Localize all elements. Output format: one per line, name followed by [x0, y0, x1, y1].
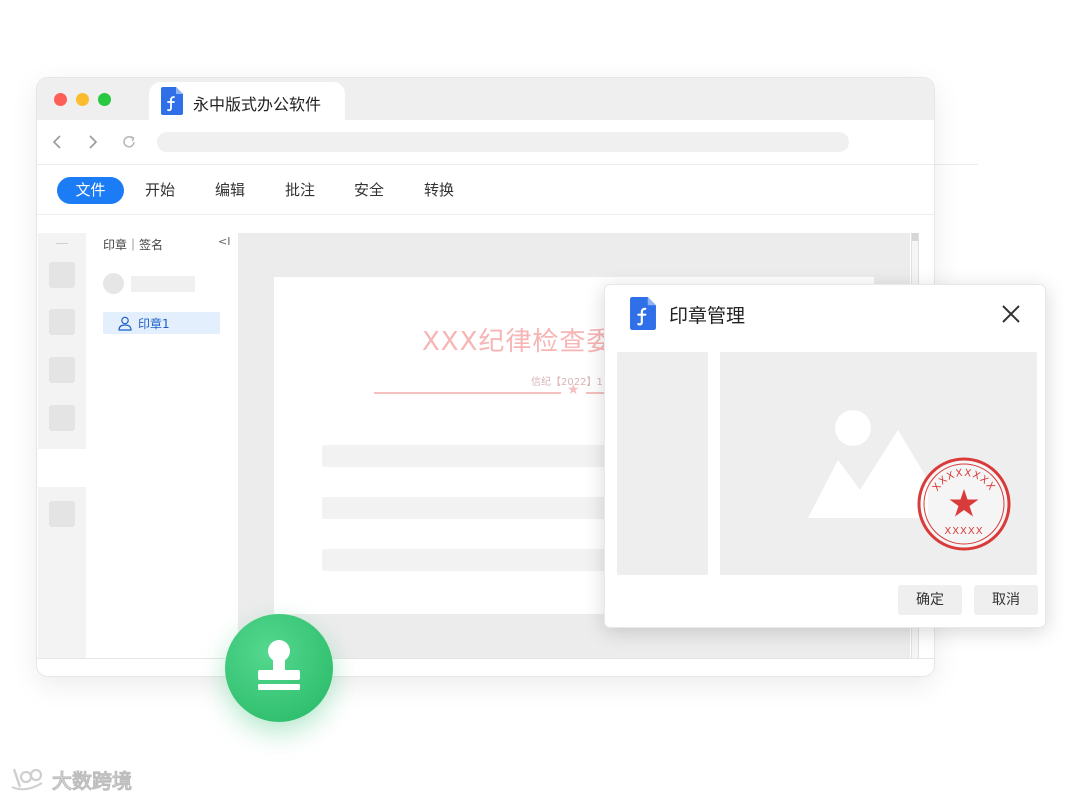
avatar — [103, 273, 124, 294]
scrollbar-thumb[interactable] — [912, 233, 918, 241]
collapse-panel-icon[interactable]: <I — [218, 235, 230, 248]
seal-list-pane[interactable] — [617, 352, 708, 575]
address-bar[interactable] — [157, 132, 849, 152]
dialog-title: 印章管理 — [669, 305, 746, 327]
menu-item-annotate[interactable]: 批注 — [285, 177, 315, 204]
rail-handle — [56, 243, 68, 244]
left-rail — [38, 233, 86, 658]
watermark-text: 大数跨境 — [52, 769, 133, 794]
image-placeholder-icon — [808, 410, 928, 518]
user-name-placeholder — [131, 276, 195, 292]
dialog-header: 印章管理 — [605, 285, 1045, 342]
watermark: 大数跨境 — [10, 765, 145, 793]
rail-active-slot[interactable] — [38, 449, 86, 487]
menu-item-security[interactable]: 安全 — [354, 177, 384, 204]
cancel-button[interactable]: 取消 — [974, 585, 1038, 615]
watermark-logo-icon — [11, 768, 43, 791]
rail-button[interactable] — [49, 405, 75, 431]
minimize-window-button[interactable] — [76, 93, 89, 106]
seal-list-item[interactable]: 印章1 — [103, 312, 220, 334]
seal-management-dialog: 印章管理 XXXXXXXX XXXXX 确定 取消 — [604, 284, 1046, 628]
document-divider-left — [374, 392, 561, 394]
stamp-action-button[interactable] — [225, 614, 333, 722]
seal-bottom-text: XXXXX — [944, 526, 983, 537]
menu-item-convert[interactable]: 转换 — [424, 177, 454, 204]
rail-button[interactable] — [49, 309, 75, 335]
seal-signature-panel: 印章｜签名 <I 印章1 — [87, 233, 237, 658]
maximize-window-button[interactable] — [98, 93, 111, 106]
title-bar: 永中版式办公软件 — [37, 78, 934, 120]
app-logo-icon — [630, 297, 656, 330]
text-line-placeholder — [322, 549, 622, 571]
app-logo-icon — [161, 87, 183, 115]
panel-title: 印章｜签名 — [103, 238, 164, 252]
guide-line — [935, 164, 978, 165]
seal-item-label: 印章1 — [138, 317, 170, 331]
red-seal-stamp: XXXXXXXX XXXXX — [917, 457, 1011, 551]
tab-active[interactable]: 永中版式办公软件 — [149, 82, 345, 120]
star-icon: ★ — [567, 382, 580, 398]
status-bar — [37, 658, 934, 676]
reload-icon[interactable] — [117, 130, 141, 154]
seal-preview-pane: XXXXXXXX XXXXX — [720, 352, 1037, 575]
menu-item-file[interactable]: 文件 — [57, 177, 124, 204]
tab-title: 永中版式办公软件 — [193, 95, 322, 114]
stamp-icon — [258, 640, 300, 690]
text-line-placeholder — [322, 445, 622, 467]
rail-button[interactable] — [49, 501, 75, 527]
text-line-placeholder — [322, 497, 622, 519]
close-window-button[interactable] — [54, 93, 67, 106]
back-icon[interactable] — [45, 130, 69, 154]
menu-item-start[interactable]: 开始 — [145, 177, 175, 204]
confirm-button[interactable]: 确定 — [898, 585, 962, 615]
user-icon — [118, 316, 132, 331]
menu-item-edit[interactable]: 编辑 — [215, 177, 245, 204]
rail-button[interactable] — [49, 357, 75, 383]
menu-bar: 文件 开始 编辑 批注 安全 转换 — [37, 165, 934, 215]
navigation-bar — [37, 120, 934, 165]
forward-icon[interactable] — [81, 130, 105, 154]
close-icon[interactable] — [999, 302, 1023, 326]
rail-button[interactable] — [49, 262, 75, 288]
document-title: XXX纪律检查委 — [422, 327, 614, 357]
